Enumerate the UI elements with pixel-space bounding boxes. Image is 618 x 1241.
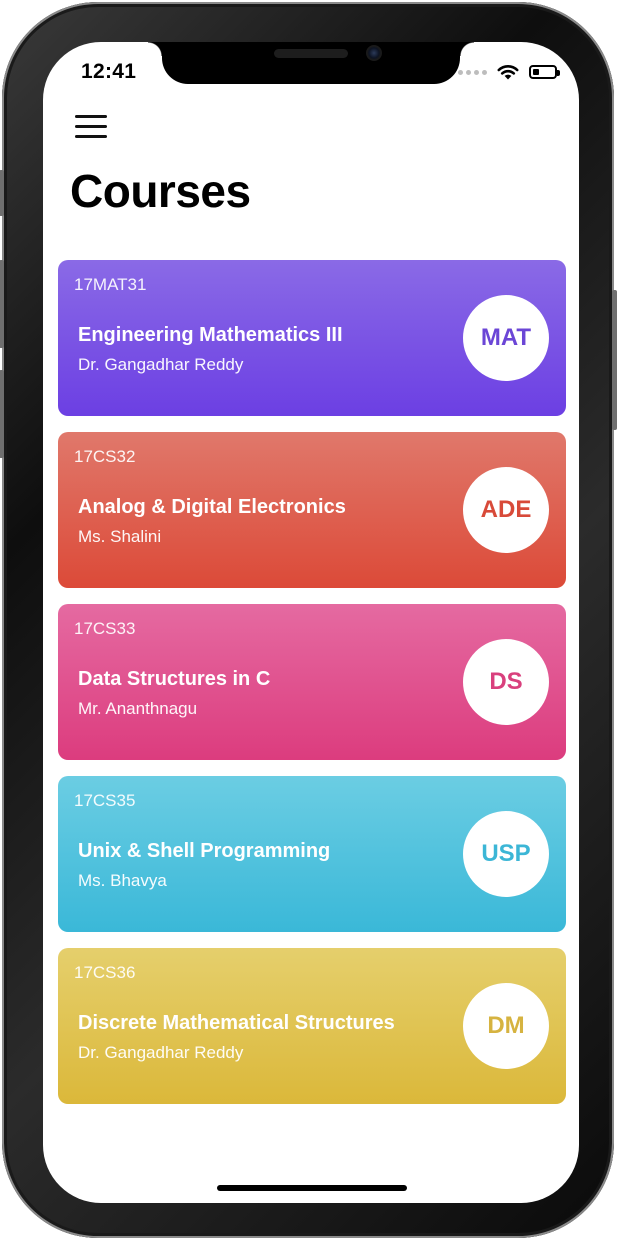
course-badge: DM xyxy=(463,983,549,1069)
course-card[interactable]: 17CS33 Data Structures in C Mr. Ananthnagu… xyxy=(58,604,566,760)
course-teacher: Mr. Ananthnagu xyxy=(78,699,198,718)
speaker-grille xyxy=(274,49,348,58)
course-name: Engineering Mathematics III xyxy=(78,324,343,346)
course-code: 17MAT31 xyxy=(74,275,147,294)
course-name: Analog & Digital Electronics xyxy=(78,496,346,518)
battery-level xyxy=(533,69,539,75)
course-teacher: Dr. Gangadhar Reddy xyxy=(78,1043,244,1062)
course-list: 17MAT31 Engineering Mathematics III Dr. Ga… xyxy=(58,260,566,1120)
page-title: Courses xyxy=(70,165,251,217)
notch xyxy=(148,42,474,84)
course-code: 17CS33 xyxy=(74,619,136,638)
volume-down-button xyxy=(0,370,4,458)
course-card[interactable]: 17MAT31 Engineering Mathematics III Dr. Ga… xyxy=(58,260,566,416)
hamburger-menu-icon[interactable] xyxy=(73,113,109,141)
volume-up-button xyxy=(0,260,4,348)
signal-icon xyxy=(458,69,487,75)
course-name: Unix & Shell Programming xyxy=(78,840,331,862)
status-time: 12:41 xyxy=(81,60,137,83)
course-name: Discrete Mathematical Structures xyxy=(78,1012,395,1034)
front-camera xyxy=(366,45,382,61)
course-card[interactable]: 17CS32 Analog & Digital Electronics Ms. Sh… xyxy=(58,432,566,588)
course-badge: MAT xyxy=(463,295,549,381)
power-button xyxy=(612,290,617,430)
course-code: 17CS35 xyxy=(74,791,136,810)
battery-icon xyxy=(529,65,560,79)
mute-switch xyxy=(0,170,4,216)
course-teacher: Dr. Gangadhar Reddy xyxy=(78,355,244,374)
course-teacher: Ms. Bhavya xyxy=(78,871,167,890)
course-code: 17CS32 xyxy=(74,447,136,466)
course-card[interactable]: 17CS36 Discrete Mathematical Structures Dr… xyxy=(58,948,566,1104)
course-badge: DS xyxy=(463,639,549,725)
phone-frame: 12:41 Courses 17MAT31 Engineering Mathema… xyxy=(0,2,617,1238)
status-icons xyxy=(458,64,560,80)
home-indicator[interactable] xyxy=(217,1185,407,1191)
screen: 12:41 Courses 17MAT31 Engineering Mathema… xyxy=(43,42,579,1203)
course-teacher: Ms. Shalini xyxy=(78,527,162,546)
course-badge: ADE xyxy=(463,467,549,553)
wifi-icon xyxy=(497,65,519,80)
course-name: Data Structures in C xyxy=(78,668,271,690)
course-card[interactable]: 17CS35 Unix & Shell Programming Ms. Bhavya… xyxy=(58,776,566,932)
course-code: 17CS36 xyxy=(74,963,136,982)
course-badge: USP xyxy=(463,811,549,897)
